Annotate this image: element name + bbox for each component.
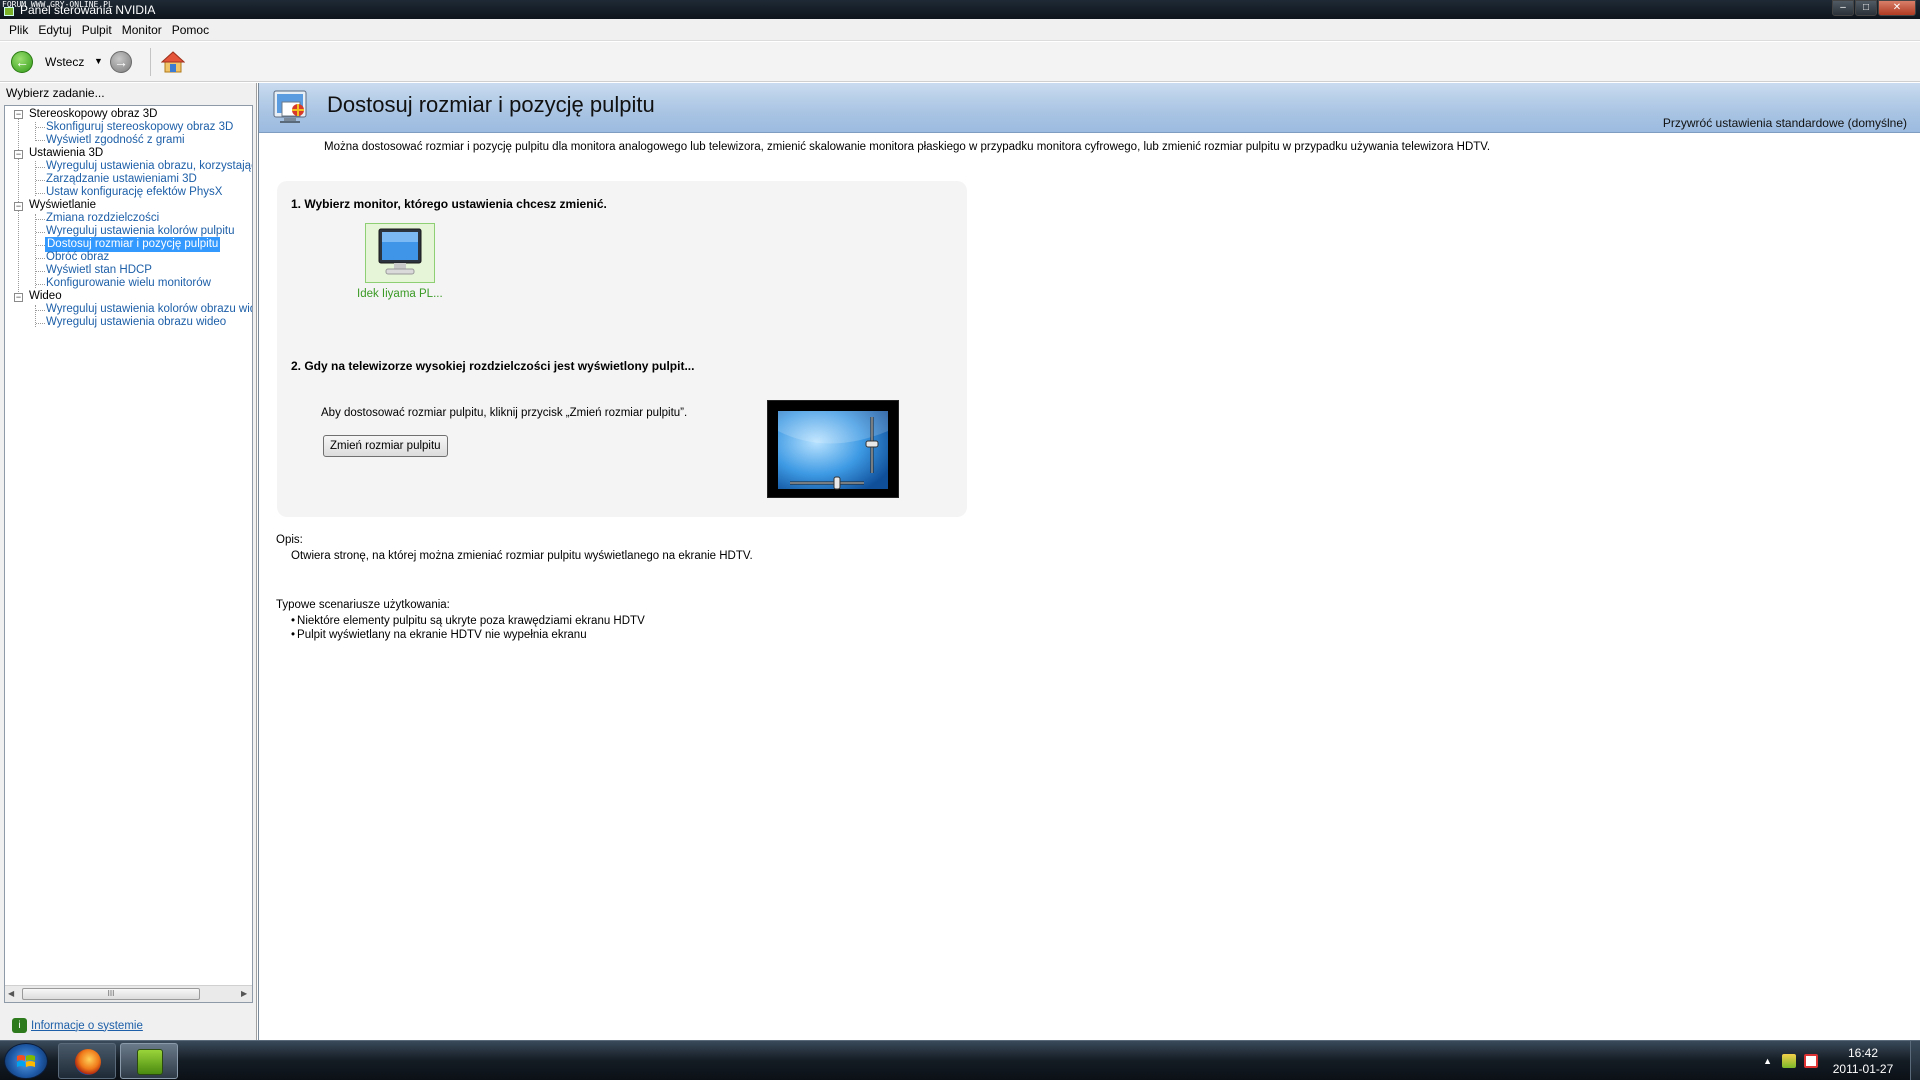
monitor-icon — [378, 228, 422, 275]
tree-expander-3d[interactable]: − — [14, 150, 23, 159]
taskbar: ▲ 16:42 2011-01-27 — [0, 1040, 1920, 1080]
menu-plik[interactable]: Plik — [4, 21, 33, 39]
tree-line — [36, 140, 45, 141]
monitor-settings-icon — [273, 90, 307, 123]
hdtv-preview — [767, 400, 899, 498]
monitor-label[interactable]: Idek Iiyama PL... — [357, 288, 443, 300]
horizontal-scrollbar[interactable]: ◀ III ▶ — [5, 985, 252, 1002]
tree-line — [36, 284, 45, 285]
page-header: Dostosuj rozmiar i pozycję pulpitu Przyw… — [259, 83, 1920, 133]
system-tray: ▲ 16:42 2011-01-27 — [1763, 1041, 1920, 1080]
scenarios-label: Typowe scenariusze użytkowania: — [276, 599, 450, 611]
tree-expander-video[interactable]: − — [14, 293, 23, 302]
tree-expander-display[interactable]: − — [14, 202, 23, 211]
tree-line — [36, 232, 45, 233]
tree-expander-stereo[interactable]: − — [14, 110, 23, 119]
restore-defaults-link[interactable]: Przywróć ustawienia standardowe (domyśln… — [1663, 116, 1907, 130]
window-title: Panel sterowania NVIDIA — [20, 3, 156, 17]
nvidia-app-icon — [4, 7, 14, 16]
taskbar-nvidia[interactable] — [120, 1043, 178, 1079]
close-button[interactable]: ✕ — [1878, 0, 1916, 16]
tree-line — [36, 219, 45, 220]
minimize-button[interactable]: – — [1832, 0, 1854, 16]
tree-line — [36, 167, 45, 168]
tree-line — [36, 323, 45, 324]
tree-line — [36, 258, 45, 259]
start-button[interactable] — [4, 1043, 48, 1079]
window-controls: – □ ✕ — [1832, 0, 1916, 16]
system-info-icon: i — [12, 1018, 27, 1033]
clock-date: 2011-01-27 — [1832, 1062, 1894, 1076]
task-tree-box: − Stereoskopowy obraz 3D Skonfiguruj ste… — [4, 105, 253, 1003]
tree-line — [36, 127, 45, 128]
tree-line — [36, 180, 45, 181]
history-dropdown[interactable]: ▼ — [94, 56, 103, 66]
toolbar-separator — [150, 48, 151, 76]
clock[interactable]: 16:42 2011-01-27 — [1826, 1045, 1900, 1077]
scenario-item: Niektóre elementy pulpitu są ukryte poza… — [291, 614, 645, 628]
tree-line — [36, 271, 45, 272]
tree-item-multi-monitor[interactable]: Konfigurowanie wielu monitorów — [46, 276, 211, 291]
clock-time: 16:42 — [1847, 1046, 1879, 1060]
nvidia-icon — [137, 1049, 163, 1075]
tree-line — [36, 245, 45, 246]
step2-heading: 2. Gdy na telewizorze wysokiej rozdzielc… — [291, 359, 695, 373]
task-tree: − Stereoskopowy obraz 3D Skonfiguruj ste… — [5, 106, 252, 986]
maximize-button[interactable]: □ — [1855, 0, 1877, 16]
system-info: i Informacje o systemie — [12, 1018, 143, 1033]
task-label: Wybierz zadanie... — [6, 86, 105, 100]
security-tray-icon[interactable] — [1782, 1054, 1796, 1068]
step1-heading: 1. Wybierz monitor, którego ustawienia c… — [291, 197, 607, 211]
page-title: Dostosuj rozmiar i pozycję pulpitu — [327, 92, 655, 117]
menu-bar: Plik Edytuj Pulpit Monitor Pomoc — [0, 19, 1920, 41]
description-label: Opis: — [276, 534, 303, 546]
back-arrow-icon: ← — [15, 54, 29, 70]
tree-line — [36, 310, 45, 311]
tray-expand-icon[interactable]: ▲ — [1763, 1056, 1772, 1066]
system-info-link[interactable]: Informacje o systemie — [31, 1020, 143, 1032]
tree-line — [35, 122, 36, 141]
intro-text: Można dostosować rozmiar i pozycję pulpi… — [324, 141, 1491, 153]
tree-item-video-image[interactable]: Wyreguluj ustawienia obrazu wideo — [46, 315, 226, 330]
scroll-left-icon[interactable]: ◀ — [8, 989, 14, 998]
show-desktop-button[interactable] — [1910, 1041, 1920, 1080]
back-button[interactable]: ← — [11, 51, 33, 73]
windows-start-icon — [17, 1055, 35, 1067]
description-text: Otwiera stronę, na której można zmieniać… — [291, 550, 753, 562]
forward-arrow-icon: → — [114, 54, 128, 70]
scroll-thumb[interactable]: III — [22, 988, 200, 1000]
home-button[interactable] — [160, 51, 186, 73]
title-bar: FORUM WWW.GRY-ONLINE.PL Panel sterowania… — [0, 0, 1920, 19]
forward-button[interactable]: → — [110, 51, 132, 73]
task-pane: Wybierz zadanie... − Stereoskopowy obraz… — [0, 83, 257, 1040]
home-icon — [160, 51, 186, 73]
menu-monitor[interactable]: Monitor — [117, 21, 167, 39]
toolbar: ← Wstecz ▼ → — [0, 42, 1920, 82]
scenarios-list: Niektóre elementy pulpitu są ukryte poza… — [291, 614, 645, 642]
hdtv-instruction: Aby dostosować rozmiar pulpitu, kliknij … — [321, 407, 688, 419]
back-label[interactable]: Wstecz — [45, 55, 84, 69]
hdtv-resize-icon — [778, 411, 888, 490]
scroll-right-icon[interactable]: ▶ — [241, 989, 247, 998]
monitor-select-tile[interactable] — [365, 223, 435, 283]
taskbar-firefox[interactable] — [58, 1043, 116, 1079]
menu-pulpit[interactable]: Pulpit — [77, 21, 117, 39]
mail-tray-icon[interactable] — [1804, 1054, 1818, 1068]
scenario-item: Pulpit wyświetlany na ekranie HDTV nie w… — [291, 628, 645, 642]
resize-desktop-button[interactable]: Zmień rozmiar pulpitu — [323, 435, 448, 457]
menu-edytuj[interactable]: Edytuj — [33, 21, 76, 39]
tree-line — [35, 214, 36, 288]
tree-line — [36, 193, 45, 194]
menu-pomoc[interactable]: Pomoc — [167, 21, 214, 39]
content-pane: Dostosuj rozmiar i pozycję pulpitu Przyw… — [258, 83, 1920, 1040]
firefox-icon — [75, 1049, 101, 1075]
